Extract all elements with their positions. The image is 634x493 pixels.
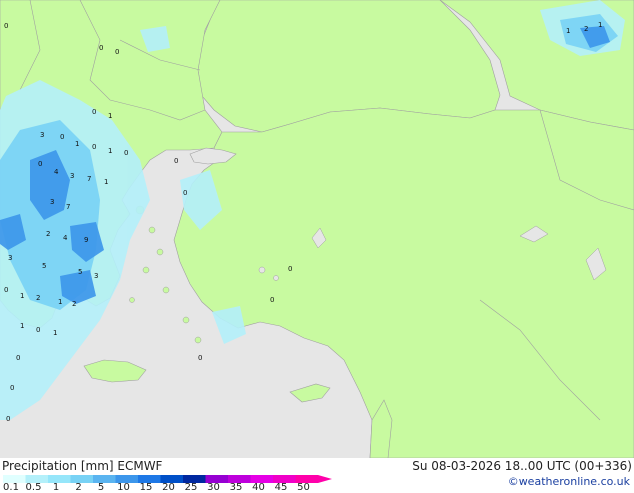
map-value: 0: [10, 384, 15, 392]
map-value: 1: [104, 178, 109, 186]
scale-tick-label: 2: [75, 482, 82, 493]
map-value: 5: [78, 268, 83, 276]
map-value: 9: [84, 236, 89, 244]
map-value: 3: [40, 131, 45, 139]
map-value: 2: [584, 25, 589, 33]
map-value: 3: [50, 198, 55, 206]
scale-swatch: [70, 475, 93, 483]
map-value: 4: [54, 168, 59, 176]
valid-time: Su 08-03-2026 18..00 UTC (00+336): [412, 459, 632, 473]
map-value: 0: [99, 44, 104, 52]
map-value: 0: [16, 354, 21, 362]
map-value: 0: [115, 48, 120, 56]
map-value: 0: [92, 108, 97, 116]
map-value: 0: [60, 133, 65, 141]
map-value: 0: [183, 189, 188, 197]
footer-bar: Precipitation [mm] ECMWF Su 08-03-2026 1…: [0, 458, 634, 493]
map-value: 3: [8, 254, 13, 262]
map-value: 0: [38, 160, 43, 168]
map-value: 1: [75, 140, 80, 148]
map-value: 0: [198, 354, 203, 362]
product-title: Precipitation [mm] ECMWF: [2, 459, 163, 473]
scale-tick-label: 15: [139, 482, 153, 493]
map-value: 0: [4, 22, 9, 30]
map-value: 1: [20, 292, 25, 300]
scale-tick-label: 30: [207, 482, 220, 493]
scale-tick-label: 45: [274, 482, 288, 493]
map-value: 2: [72, 300, 77, 308]
scale-tick-label: 0.5: [25, 482, 42, 493]
scale-tick-label: 10: [117, 482, 130, 493]
credit-link[interactable]: ©weatheronline.co.uk: [508, 475, 630, 488]
map-value: 0: [288, 265, 293, 273]
scale-swatch: [93, 475, 116, 483]
map-value: 7: [66, 203, 71, 211]
map-value: 0: [92, 143, 97, 151]
map-value: 3: [70, 172, 75, 180]
scale-tick-label: 20: [162, 482, 175, 493]
map-value: 0: [270, 296, 275, 304]
map-value: 0: [174, 157, 179, 165]
scale-tick-label: 5: [97, 482, 105, 493]
precipitation-map: [0, 0, 634, 458]
scale-tick-label: 35: [229, 482, 243, 493]
map-value: 0: [124, 149, 129, 157]
map-value: 5: [42, 262, 47, 270]
map-value: 2: [46, 230, 51, 238]
scale-tick-label: 40: [252, 482, 265, 493]
scale-tick-label: 0.1: [3, 482, 19, 493]
map-value: 1: [108, 147, 113, 155]
map-value: 1: [598, 21, 603, 29]
scale-tick-label: 25: [184, 482, 198, 493]
map-value: 1: [108, 112, 113, 120]
map-value: 3: [94, 272, 99, 280]
map-value: 1: [20, 322, 25, 330]
scale-tick-label: 1: [52, 482, 60, 493]
scale-arrow: [318, 475, 332, 483]
map-value: 1: [58, 298, 63, 306]
map-value: 7: [87, 175, 92, 183]
map-value: 1: [53, 329, 58, 337]
map-value: 1: [566, 27, 571, 35]
map-value: 4: [63, 234, 68, 242]
scale-tick-label: 50: [297, 482, 310, 493]
map-value: 0: [36, 326, 41, 334]
map-value: 0: [6, 415, 11, 423]
map-value: 2: [36, 294, 41, 302]
map-value: 0: [4, 286, 9, 294]
scale-swatch: [48, 475, 71, 483]
